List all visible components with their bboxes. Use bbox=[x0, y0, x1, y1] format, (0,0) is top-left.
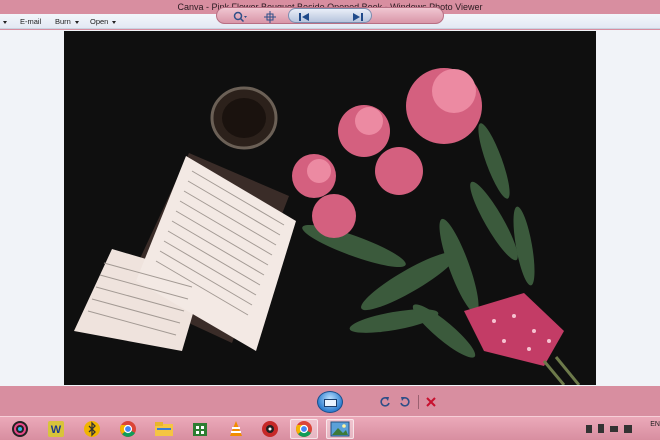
file-explorer-icon[interactable] bbox=[150, 419, 178, 439]
chrome-icon[interactable] bbox=[114, 419, 142, 439]
bluetooth-icon[interactable] bbox=[78, 419, 106, 439]
actual-size-icon[interactable] bbox=[261, 8, 279, 25]
rotate-clockwise-icon[interactable] bbox=[398, 393, 412, 410]
burn-label: Burn bbox=[55, 17, 71, 26]
vlc-icon[interactable] bbox=[222, 419, 250, 439]
zoom-icon[interactable] bbox=[229, 8, 251, 25]
email-label: E-mail bbox=[20, 17, 42, 26]
file-menu-button[interactable] bbox=[3, 14, 7, 29]
tray-icons[interactable] bbox=[586, 423, 646, 435]
word-icon[interactable]: W bbox=[42, 419, 70, 439]
taskbar: W EN bbox=[0, 416, 660, 440]
system-tray: EN bbox=[580, 417, 660, 440]
language-indicator[interactable]: EN bbox=[650, 421, 660, 428]
email-button[interactable]: E-mail bbox=[20, 14, 41, 29]
previous-icon[interactable] bbox=[293, 8, 315, 25]
displayed-photo[interactable] bbox=[64, 31, 596, 385]
separator bbox=[418, 395, 419, 409]
game-icon[interactable] bbox=[256, 419, 284, 439]
burn-button[interactable]: Burn bbox=[55, 14, 79, 29]
slideshow-icon bbox=[324, 399, 337, 407]
photo-viewer-icon[interactable] bbox=[326, 419, 354, 439]
store-icon[interactable] bbox=[186, 419, 214, 439]
photos-app-icon[interactable] bbox=[6, 419, 34, 439]
delete-icon[interactable] bbox=[424, 393, 438, 410]
open-button[interactable]: Open bbox=[90, 14, 117, 29]
next-icon[interactable] bbox=[347, 8, 369, 25]
rotate-counterclockwise-icon[interactable] bbox=[378, 393, 392, 410]
svg-text:W: W bbox=[51, 424, 62, 436]
chrome-icon[interactable] bbox=[290, 419, 318, 439]
chevron-down-icon bbox=[74, 20, 79, 24]
chevron-down-icon bbox=[112, 20, 117, 24]
bouquet-and-book-image bbox=[74, 68, 581, 385]
slideshow-button[interactable] bbox=[317, 391, 343, 413]
navigation-pill bbox=[288, 8, 372, 23]
open-label: Open bbox=[90, 17, 109, 26]
